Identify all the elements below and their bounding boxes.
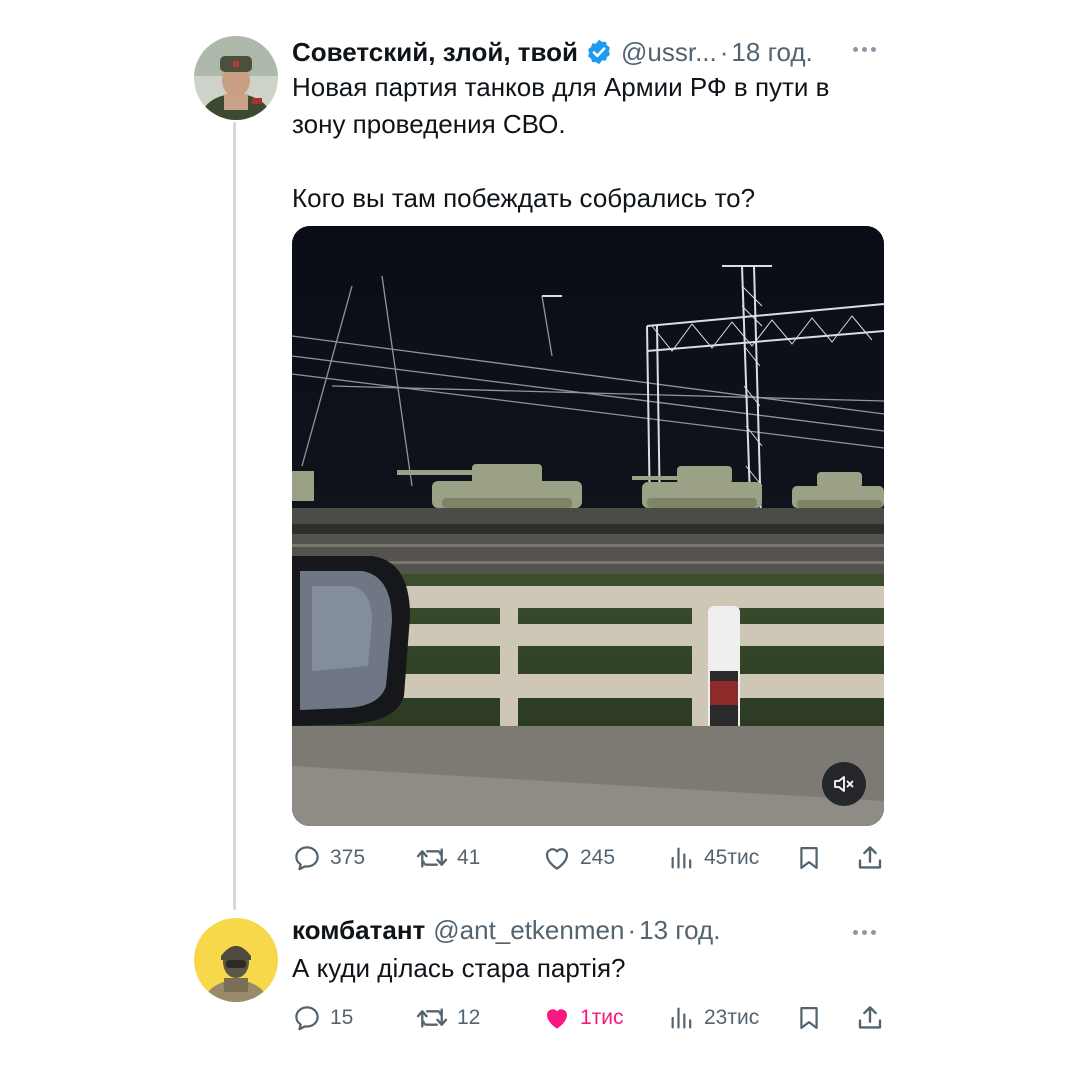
retweet-count: 12	[457, 1006, 481, 1029]
video-player[interactable]	[292, 226, 884, 826]
retweet-icon	[416, 1008, 448, 1028]
retweet-button[interactable]: 12	[415, 998, 480, 1038]
bookmark-icon	[800, 1006, 818, 1030]
like-count: 245	[580, 846, 616, 869]
reply-icon	[295, 1006, 319, 1031]
heart-icon	[545, 848, 569, 870]
more-options-icon[interactable]	[853, 47, 876, 52]
reply-count: 375	[330, 846, 366, 869]
share-icon	[858, 1006, 882, 1029]
views-count: 45тис	[704, 846, 760, 869]
bookmark-button[interactable]	[795, 838, 823, 878]
handle[interactable]: @ant_etkenmen	[433, 915, 624, 946]
verified-badge-icon	[585, 38, 613, 66]
more-options-icon[interactable]	[853, 930, 876, 935]
timestamp[interactable]: 18 год.	[731, 37, 812, 68]
tweet-text-line: зону проведения СВО.	[292, 109, 566, 139]
like-count: 1тис	[580, 1006, 624, 1029]
views-count: 23тис	[704, 1006, 760, 1029]
tweet-text-line: Кого вы там побеждать собрались то?	[292, 183, 756, 213]
tweet-text-line: Новая партия танков для Армии РФ в пути …	[292, 72, 830, 102]
avatar[interactable]	[194, 918, 278, 1002]
video-frame	[292, 226, 884, 826]
avatar[interactable]	[194, 36, 278, 120]
reply-icon	[295, 846, 319, 871]
share-button[interactable]	[855, 998, 885, 1038]
timestamp[interactable]: 13 год.	[639, 915, 720, 946]
retweet-count: 41	[457, 846, 481, 869]
reply-count: 15	[330, 1006, 354, 1029]
handle[interactable]: @ussr...	[621, 37, 717, 68]
display-name[interactable]: комбатант	[292, 915, 425, 946]
display-name[interactable]: Советский, злой, твой	[292, 37, 578, 68]
share-button[interactable]	[855, 838, 885, 878]
tweet-actions: 375 41 245 45тис	[292, 838, 892, 878]
tweet-text: А куди ділась стара партія?	[292, 953, 626, 983]
like-button[interactable]: 1тис	[542, 998, 624, 1038]
views-chart-icon	[671, 847, 692, 869]
views-button[interactable]: 45тис	[668, 838, 759, 878]
retweet-button[interactable]: 41	[415, 838, 480, 878]
views-button[interactable]: 23тис	[668, 998, 759, 1038]
reply-button[interactable]: 375	[292, 838, 365, 878]
separator-dot: ·	[719, 37, 729, 67]
speaker-muted-icon	[834, 776, 854, 792]
reply-button[interactable]: 15	[292, 998, 353, 1038]
share-icon	[858, 846, 882, 869]
retweet-icon	[416, 848, 448, 868]
bookmark-button[interactable]	[795, 998, 823, 1038]
bookmark-icon	[800, 846, 818, 870]
like-button[interactable]: 245	[542, 838, 615, 878]
mute-button[interactable]	[822, 762, 866, 806]
separator-dot: ·	[627, 915, 637, 945]
heart-filled-icon	[547, 1009, 567, 1029]
tweet-text: Новая партия танков для Армии РФ в пути …	[292, 69, 892, 217]
views-chart-icon	[671, 1007, 692, 1029]
tweet-actions: 15 12 1тис 23тис	[292, 998, 892, 1038]
